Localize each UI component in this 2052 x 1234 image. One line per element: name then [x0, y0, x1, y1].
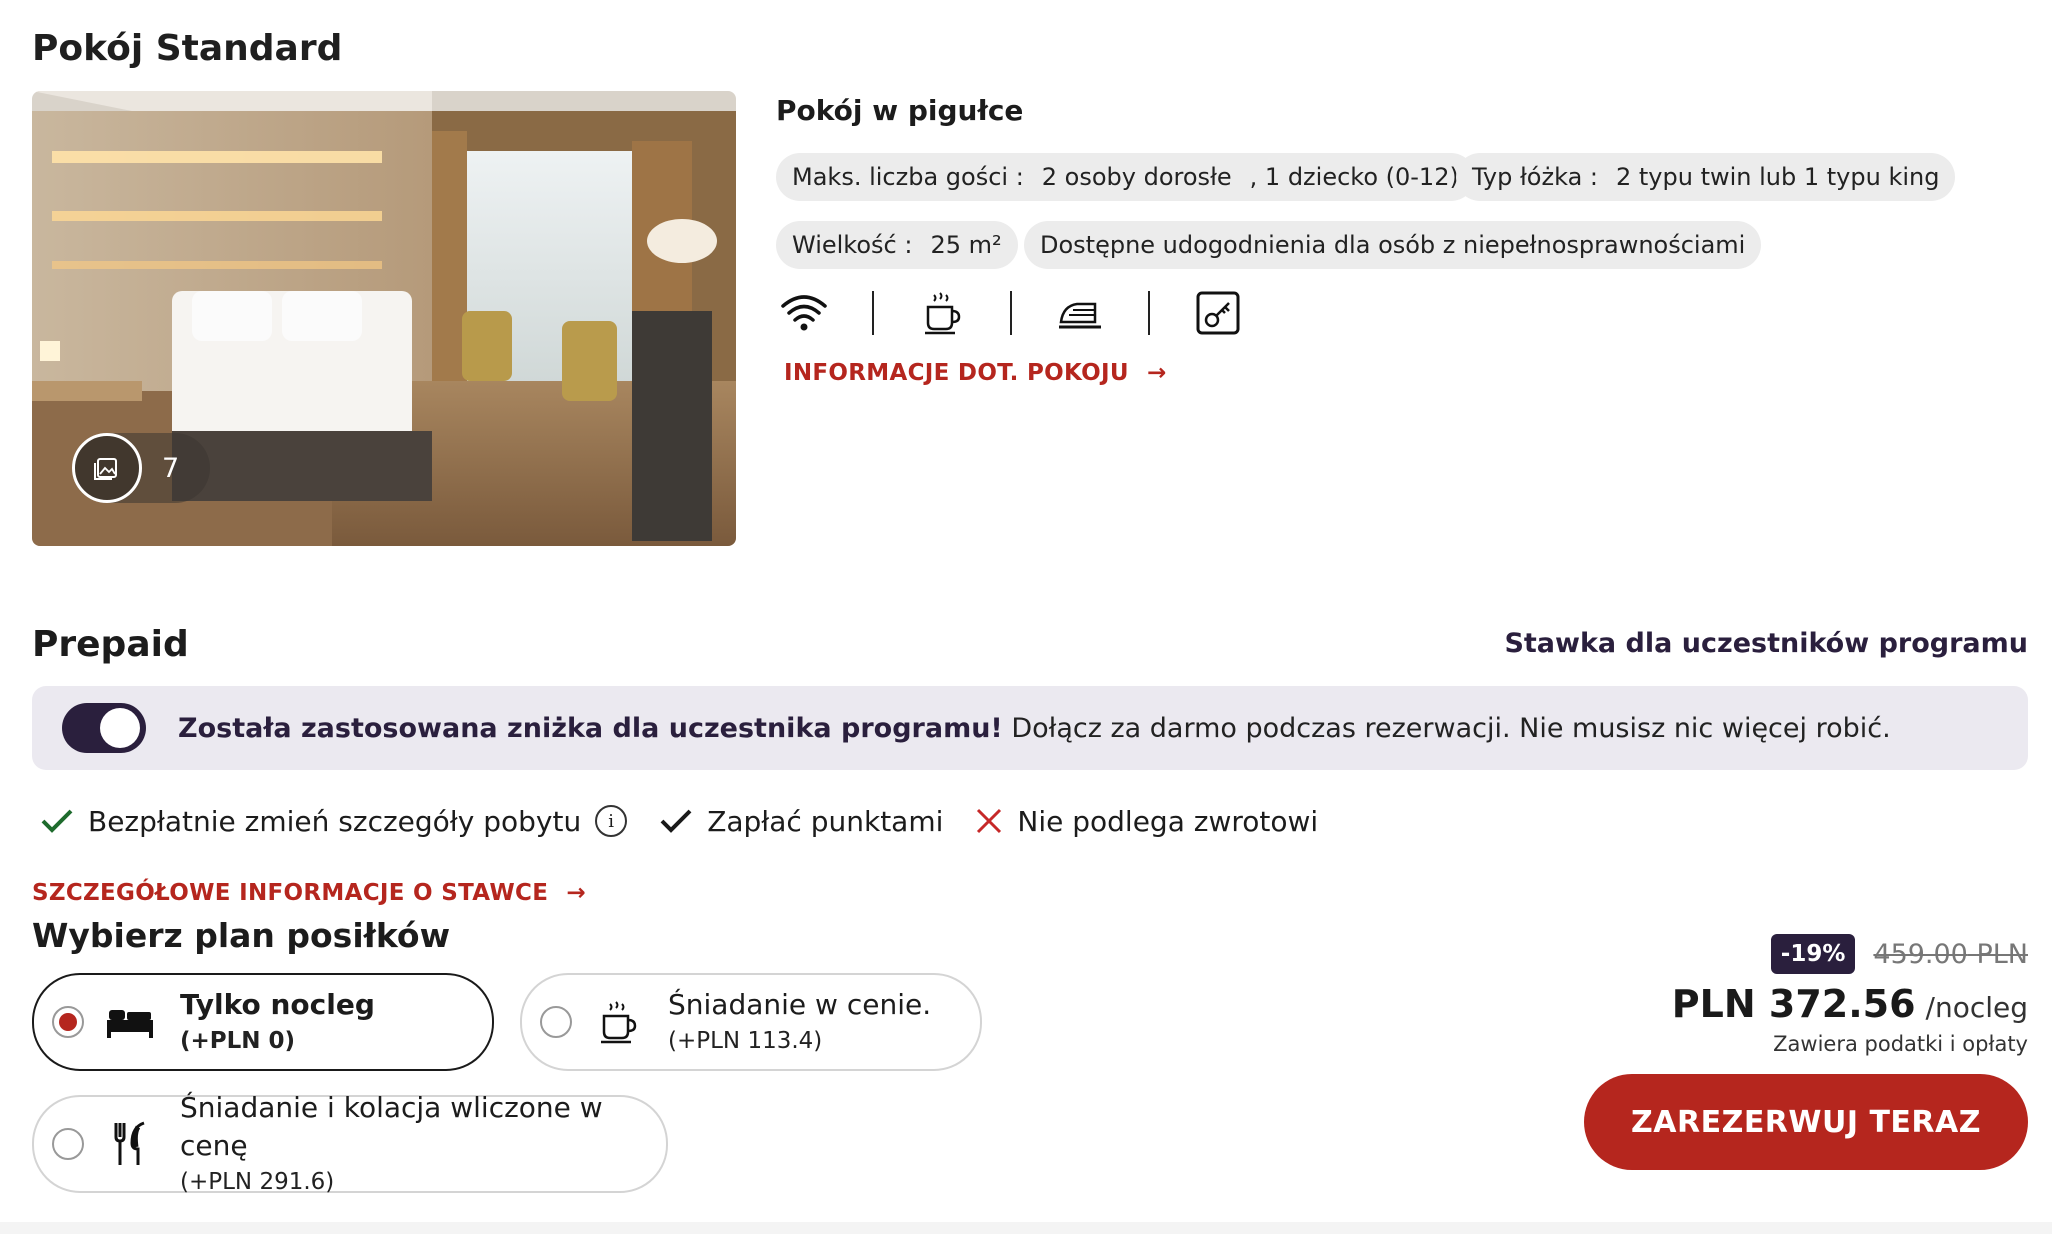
rate-details-link[interactable]: SZCZEGÓŁOWE INFORMACJE O STAWCE → — [32, 880, 586, 906]
discount-badge: -19% — [1770, 934, 1856, 974]
amenity-divider — [1010, 291, 1012, 335]
book-now-button[interactable]: ZAREZERWUJ TERAZ — [1584, 1074, 2028, 1170]
feature-non-refundable-label: Nie podlega zwrotowi — [1017, 804, 1319, 838]
old-price: 459.00 PLN — [1873, 939, 2028, 970]
rate-title: Prepaid — [32, 624, 189, 665]
max-guests-label: Maks. liczba gości : — [792, 163, 1024, 191]
iron-icon — [1052, 285, 1108, 341]
banner-bold-text: Została zastosowana zniżka dla uczestnik… — [178, 712, 1003, 744]
room-info-link[interactable]: INFORMACJE DOT. POKOJU → — [784, 360, 1167, 386]
amenity-divider — [872, 291, 874, 335]
meal-option-name: Śniadanie w cenie. — [668, 988, 932, 1021]
accessibility-chip: Dostępne udogodnienia dla osób z niepełn… — [1024, 221, 1762, 269]
bed-type-value: 2 typu twin lub 1 typu king — [1616, 163, 1940, 191]
meal-option-name: Śniadanie i kolacja wliczone w cenę — [180, 1091, 603, 1162]
key-card-icon — [1190, 285, 1246, 341]
meal-option-room-only[interactable]: Tylko nocleg (+PLN 0) — [32, 973, 494, 1071]
price-row: PLN 372.56 /nocleg — [1672, 982, 2028, 1026]
meal-plan-title: Wybierz plan posiłków — [32, 916, 451, 955]
coffee-icon — [590, 994, 646, 1050]
coffee-icon — [914, 285, 970, 341]
max-guests-adults: 2 osoby dorosłe — [1041, 163, 1232, 191]
tax-note: Zawiera podatki i opłaty — [1773, 1032, 2028, 1056]
banner-regular-text: Dołącz za darmo podczas rezerwacji. Nie … — [1002, 712, 1891, 744]
gallery-icon — [72, 433, 142, 503]
discount-row: -19% 459.00 PLN — [1770, 934, 2028, 974]
feature-non-refundable: Nie podlega zwrotowi — [975, 805, 1318, 838]
cutlery-icon — [102, 1116, 158, 1172]
room-size-label: Wielkość : — [792, 231, 913, 259]
check-icon — [660, 809, 692, 833]
toggle-knob — [100, 708, 140, 748]
gallery-button[interactable]: 7 — [72, 433, 210, 503]
arrow-right-icon: → — [566, 880, 587, 906]
room-size-chip: Wielkość : 25 m² — [776, 221, 1018, 269]
room-title: Pokój Standard — [32, 28, 343, 69]
feature-pay-points-label: Zapłać punktami — [707, 804, 944, 838]
meal-option-half-board[interactable]: Śniadanie i kolacja wliczone w cenę (+PL… — [32, 1091, 668, 1195]
wifi-icon — [776, 285, 832, 341]
section-divider — [0, 1222, 2052, 1234]
feature-pay-points: Zapłać punktami — [659, 805, 943, 838]
meal-option-name: Tylko nocleg — [180, 988, 375, 1021]
check-icon — [41, 809, 73, 833]
feature-change-details-label: Bezpłatnie zmień szczegóły pobytu — [88, 804, 582, 838]
radio-unselected[interactable] — [540, 1006, 572, 1038]
room-size-value: 25 m² — [930, 231, 1002, 259]
radio-unselected[interactable] — [52, 1128, 84, 1160]
radio-selected[interactable] — [52, 1006, 84, 1038]
room-photo[interactable]: 7 — [32, 91, 736, 546]
current-price: PLN 372.56 — [1671, 982, 1916, 1026]
bed-type-label: Typ łóżka : — [1472, 163, 1598, 191]
amenity-icons — [776, 285, 1246, 341]
bed-type-chip: Typ łóżka : 2 typu twin lub 1 typu king — [1456, 153, 1956, 201]
amenity-divider — [1148, 291, 1150, 335]
rate-features: Bezpłatnie zmień szczegóły pobytu i Zapł… — [40, 800, 1350, 842]
bed-icon — [102, 994, 158, 1050]
old-price-currency: PLN — [1976, 938, 2028, 970]
meal-option-breakfast[interactable]: Śniadanie w cenie. (+PLN 113.4) — [520, 973, 982, 1071]
room-info-link-label: INFORMACJE DOT. POKOJU — [784, 360, 1129, 386]
room-summary-title: Pokój w pigułce — [776, 94, 1024, 127]
member-discount-banner: Została zastosowana zniżka dla uczestnik… — [32, 686, 2028, 770]
meal-option-price: (+PLN 0) — [180, 1028, 296, 1054]
photo-count: 7 — [162, 452, 180, 484]
meal-option-price: (+PLN 291.6) — [180, 1169, 335, 1195]
old-price-value: 459.00 — [1873, 938, 1968, 970]
rate-details-link-label: SZCZEGÓŁOWE INFORMACJE O STAWCE — [32, 880, 549, 906]
close-icon — [977, 808, 1002, 834]
max-guests-children: , 1 dziecko (0-12) — [1249, 163, 1459, 191]
per-night-label: /nocleg — [1925, 991, 2028, 1024]
max-guests-chip: Maks. liczba gości : 2 osoby dorosłe , 1 d… — [776, 153, 1475, 201]
member-discount-toggle[interactable] — [62, 703, 146, 753]
meal-option-price: (+PLN 113.4) — [668, 1028, 823, 1054]
feature-change-details: Bezpłatnie zmień szczegóły pobytu i — [40, 804, 628, 838]
member-rate-label: Stawka dla uczestników programu — [1504, 628, 2028, 659]
info-icon[interactable]: i — [595, 805, 628, 837]
arrow-right-icon: → — [1147, 360, 1167, 386]
banner-text: Została zastosowana zniżka dla uczestnik… — [178, 713, 1891, 744]
